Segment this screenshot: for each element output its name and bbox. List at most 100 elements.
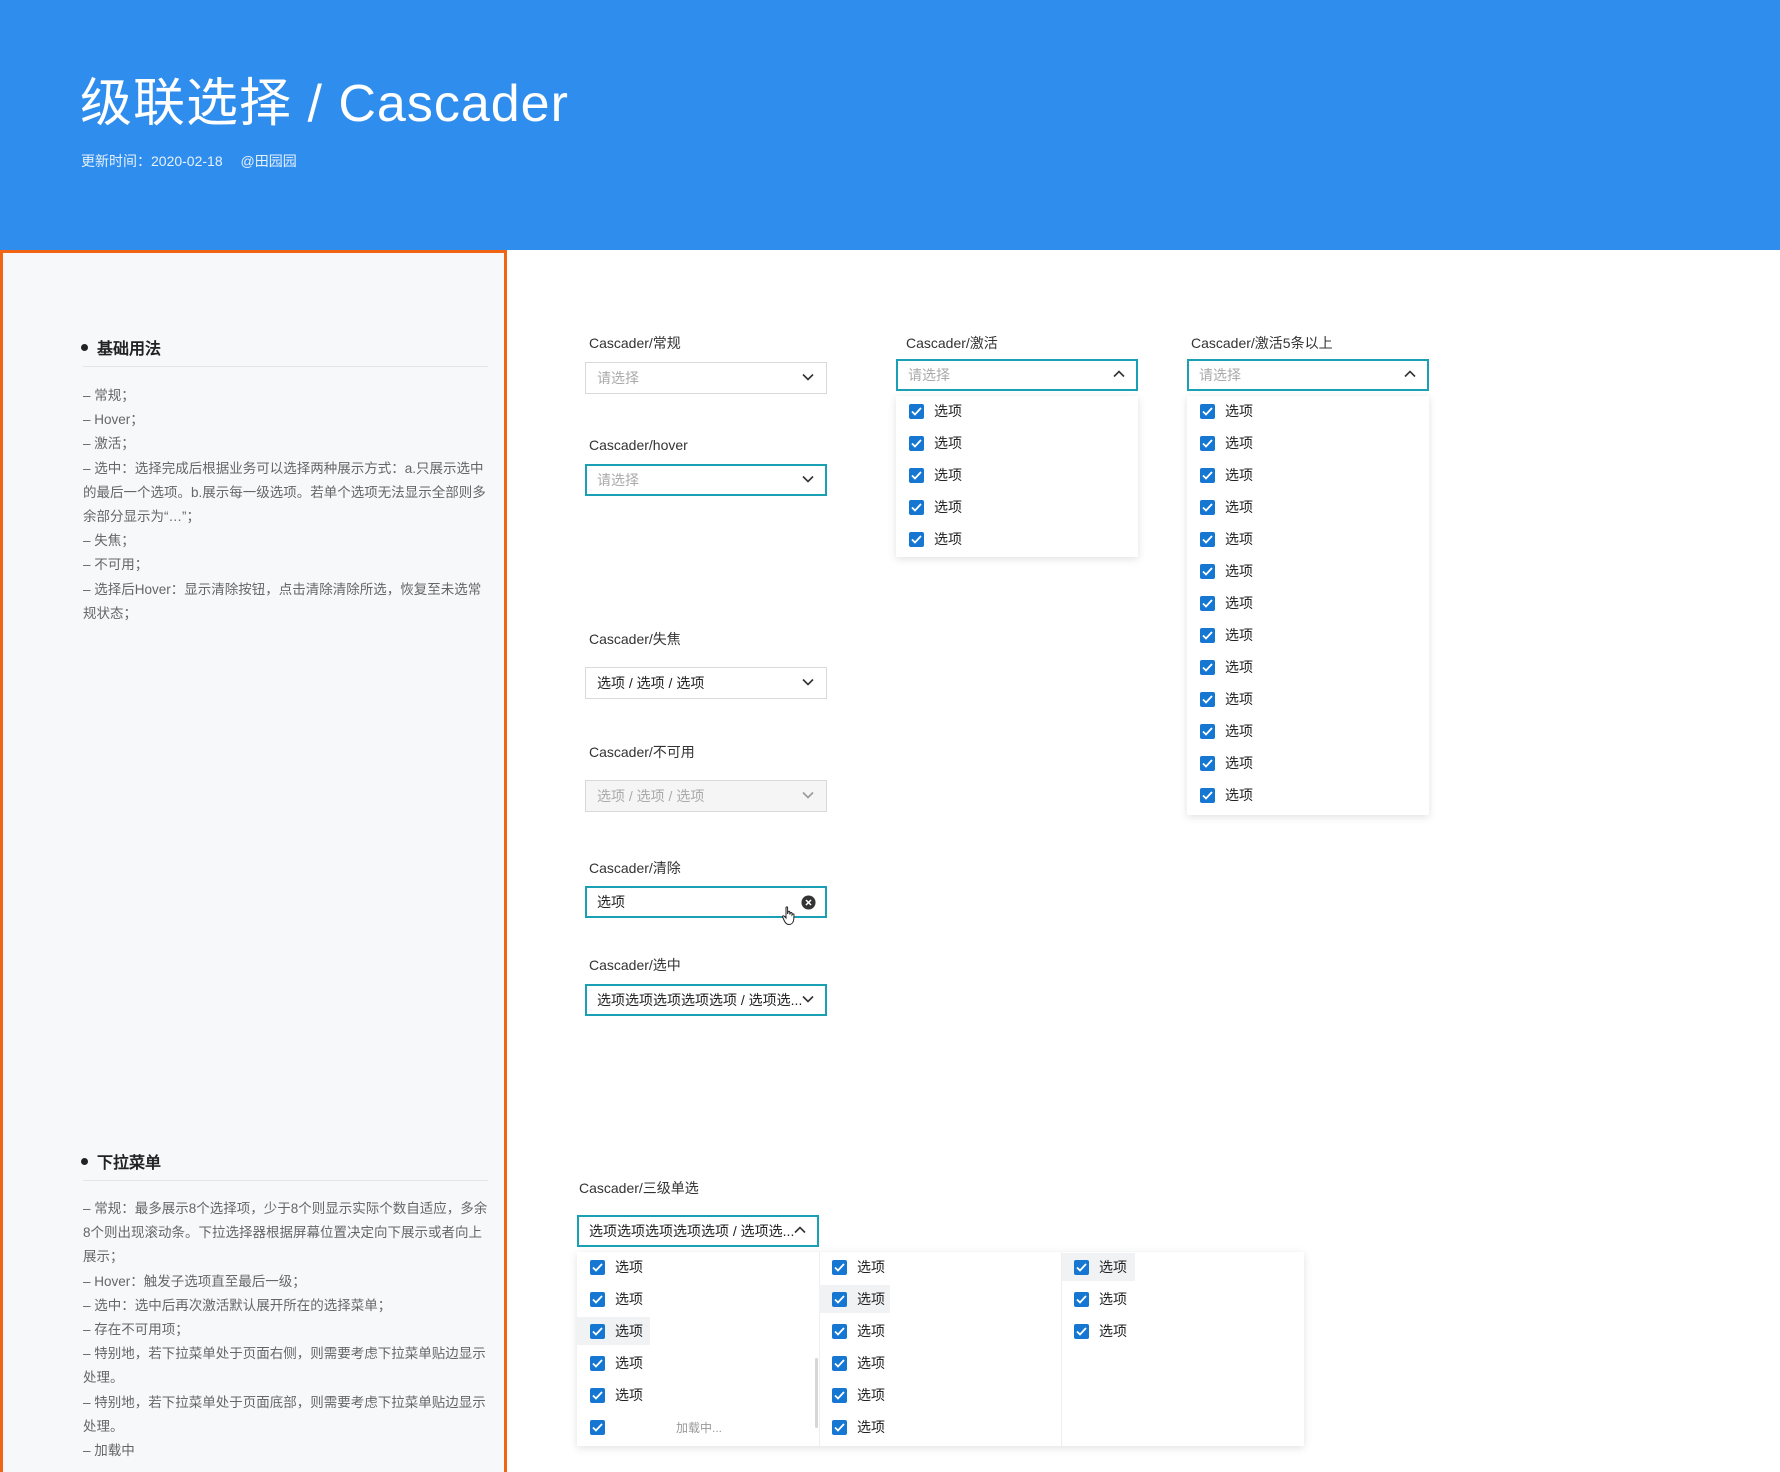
cascader-menu-panel: 选项 选项 选项 选项 选项 加载中... 选项 选项 选项 选项 选项 选项 … [577,1252,1304,1446]
clear-icon[interactable] [801,895,816,910]
checkbox-checked-icon[interactable] [1200,723,1215,739]
menu-option[interactable]: 选项 [1187,781,1429,809]
page-title: 级联选择 / Cascader [80,75,569,133]
checkbox-checked-icon[interactable] [1200,563,1215,579]
placeholder-text: 请选择 [597,370,639,386]
checkbox-checked-icon[interactable] [909,499,924,515]
menu-option-hover[interactable]: 选项 [819,1285,890,1313]
menu-option[interactable]: 选项 [1187,621,1429,649]
menu-option[interactable]: 选项 [1187,685,1429,713]
checkbox-checked-icon[interactable] [832,1387,847,1403]
menu-option[interactable]: 选项 [819,1253,1061,1281]
label-three-level: Cascader/三级单选 [579,1180,699,1196]
chevron-up-icon [1113,370,1125,378]
checkbox-checked-icon[interactable] [1200,659,1215,675]
menu-option[interactable]: 选项 [1187,397,1429,425]
menu-option[interactable]: 选项 [819,1413,1061,1441]
checkbox-checked-icon[interactable] [1200,691,1215,707]
chevron-down-icon [802,678,814,686]
checkbox-checked-icon[interactable] [590,1291,605,1307]
menu-option[interactable]: 选项 [1062,1285,1304,1313]
menu-option[interactable]: 选项 [1187,429,1429,457]
cascader-blur[interactable]: 选项 / 选项 / 选项 [585,667,827,699]
menu-option[interactable]: 选项 [1187,749,1429,777]
menu-option[interactable]: 选项 [1062,1317,1304,1345]
section-dropdown-desc: – 常规：最多展示8个选择项，少于8个则显示实际个数自适应，多余8个则出现滚动条… [83,1197,488,1463]
checkbox-checked-icon[interactable] [1200,499,1215,515]
desc-line: – Hover； [83,412,144,428]
checkbox-checked-icon[interactable] [1200,595,1215,611]
checkbox-checked-icon[interactable] [1200,627,1215,643]
scrollbar[interactable] [815,1358,818,1428]
menu-option[interactable]: 选项 [1187,493,1429,521]
dropdown-menu-many: 选项 选项 选项 选项 选项 选项 选项 选项 选项 选项 选项 选项 选项 [1187,396,1429,815]
menu-option[interactable]: 选项 [1187,589,1429,617]
checkbox-checked-icon[interactable] [590,1387,605,1403]
checkbox-checked-icon[interactable] [1074,1291,1089,1307]
checkbox-checked-icon[interactable] [1200,435,1215,451]
desc-line: – 选中：选中后再次激活默认展开所在的选择菜单； [83,1297,392,1313]
menu-option-hover[interactable]: 选项 [577,1317,650,1345]
menu-option[interactable]: 选项 [577,1349,810,1377]
checkbox-checked-icon[interactable] [1200,403,1215,419]
page-header: 级联选择 / Cascader 更新时间：2020-02-18 @田园园 [0,0,1780,250]
menu-option[interactable]: 选项 [896,397,1138,425]
menu-option[interactable]: 选项 [819,1317,1061,1345]
desc-line: – 常规； [83,388,135,403]
checkbox-checked-icon[interactable] [832,1291,847,1307]
cascader-selected[interactable]: 选项选项选项选项选项 / 选项选... [585,984,827,1016]
cascader-active-many[interactable]: 请选择 [1187,359,1429,391]
sidebar: 基础用法 – 常规； – Hover； – 激活； – 选中：选择完成后根据业务… [0,250,507,1472]
menu-option[interactable]: 选项 [1187,557,1429,585]
cascader-active[interactable]: 请选择 [896,359,1138,391]
checkbox-checked-icon[interactable] [590,1355,605,1371]
cascader-normal[interactable]: 请选择 [585,362,827,394]
chevron-down-icon [802,995,814,1003]
selected-value: 选项 [597,894,625,910]
menu-option-hover[interactable]: 选项 [1062,1253,1135,1281]
bullet-icon [81,344,88,351]
menu-option[interactable]: 选项 [577,1285,810,1313]
checkbox-checked-icon[interactable] [1074,1259,1089,1275]
checkbox-checked-icon[interactable] [1200,755,1215,771]
menu-option[interactable]: 选项 [1187,461,1429,489]
checkbox-checked-icon[interactable] [832,1419,847,1435]
menu-option[interactable]: 选项 [577,1381,810,1409]
label-active-many: Cascader/激活5条以上 [1191,335,1333,351]
checkbox-checked-icon[interactable] [832,1355,847,1371]
checkbox-checked-icon[interactable] [909,531,924,547]
menu-option[interactable]: 选项 [1187,525,1429,553]
chevron-up-icon [1404,370,1416,378]
selected-value: 选项选项选项选项选项 / 选项选... [589,1223,795,1239]
desc-line: – 选中：选择完成后根据业务可以选择两种展示方式：a.只展示选中的最后一个选项。… [83,460,486,525]
menu-option[interactable]: 选项 [896,525,1138,553]
label-clear: Cascader/清除 [589,860,681,876]
menu-option[interactable]: 选项 [819,1381,1061,1409]
checkbox-checked-icon[interactable] [1074,1323,1089,1339]
update-time: 更新时间：2020-02-18 [81,153,223,169]
selected-value: 选项 / 选项 / 选项 [597,675,705,691]
checkbox-checked-icon[interactable] [909,403,924,419]
menu-option[interactable]: 选项 [577,1253,810,1281]
menu-option[interactable]: 选项 [896,493,1138,521]
cascader-hover[interactable]: 请选择 [585,464,827,496]
checkbox-checked-icon[interactable] [909,467,924,483]
menu-option[interactable]: 选项 [896,461,1138,489]
checkbox-checked-icon[interactable] [1200,787,1215,803]
menu-option[interactable]: 选项 [819,1349,1061,1377]
label-normal: Cascader/常规 [589,335,681,351]
checkbox-checked-icon[interactable] [1200,531,1215,547]
menu-option[interactable]: 选项 [896,429,1138,457]
cascader-three-level[interactable]: 选项选项选项选项选项 / 选项选... [577,1215,819,1247]
checkbox-checked-icon[interactable] [590,1259,605,1275]
checkbox-checked-icon[interactable] [590,1323,605,1339]
selected-value: 选项选项选项选项选项 / 选项选... [597,992,803,1008]
checkbox-checked-icon[interactable] [832,1259,847,1275]
checkbox-checked-icon[interactable] [590,1419,605,1435]
checkbox-checked-icon[interactable] [1200,467,1215,483]
checkbox-checked-icon[interactable] [909,435,924,451]
page-meta: 更新时间：2020-02-18 @田园园 [81,151,297,171]
checkbox-checked-icon[interactable] [832,1323,847,1339]
menu-option[interactable]: 选项 [1187,653,1429,681]
menu-option[interactable]: 选项 [1187,717,1429,745]
